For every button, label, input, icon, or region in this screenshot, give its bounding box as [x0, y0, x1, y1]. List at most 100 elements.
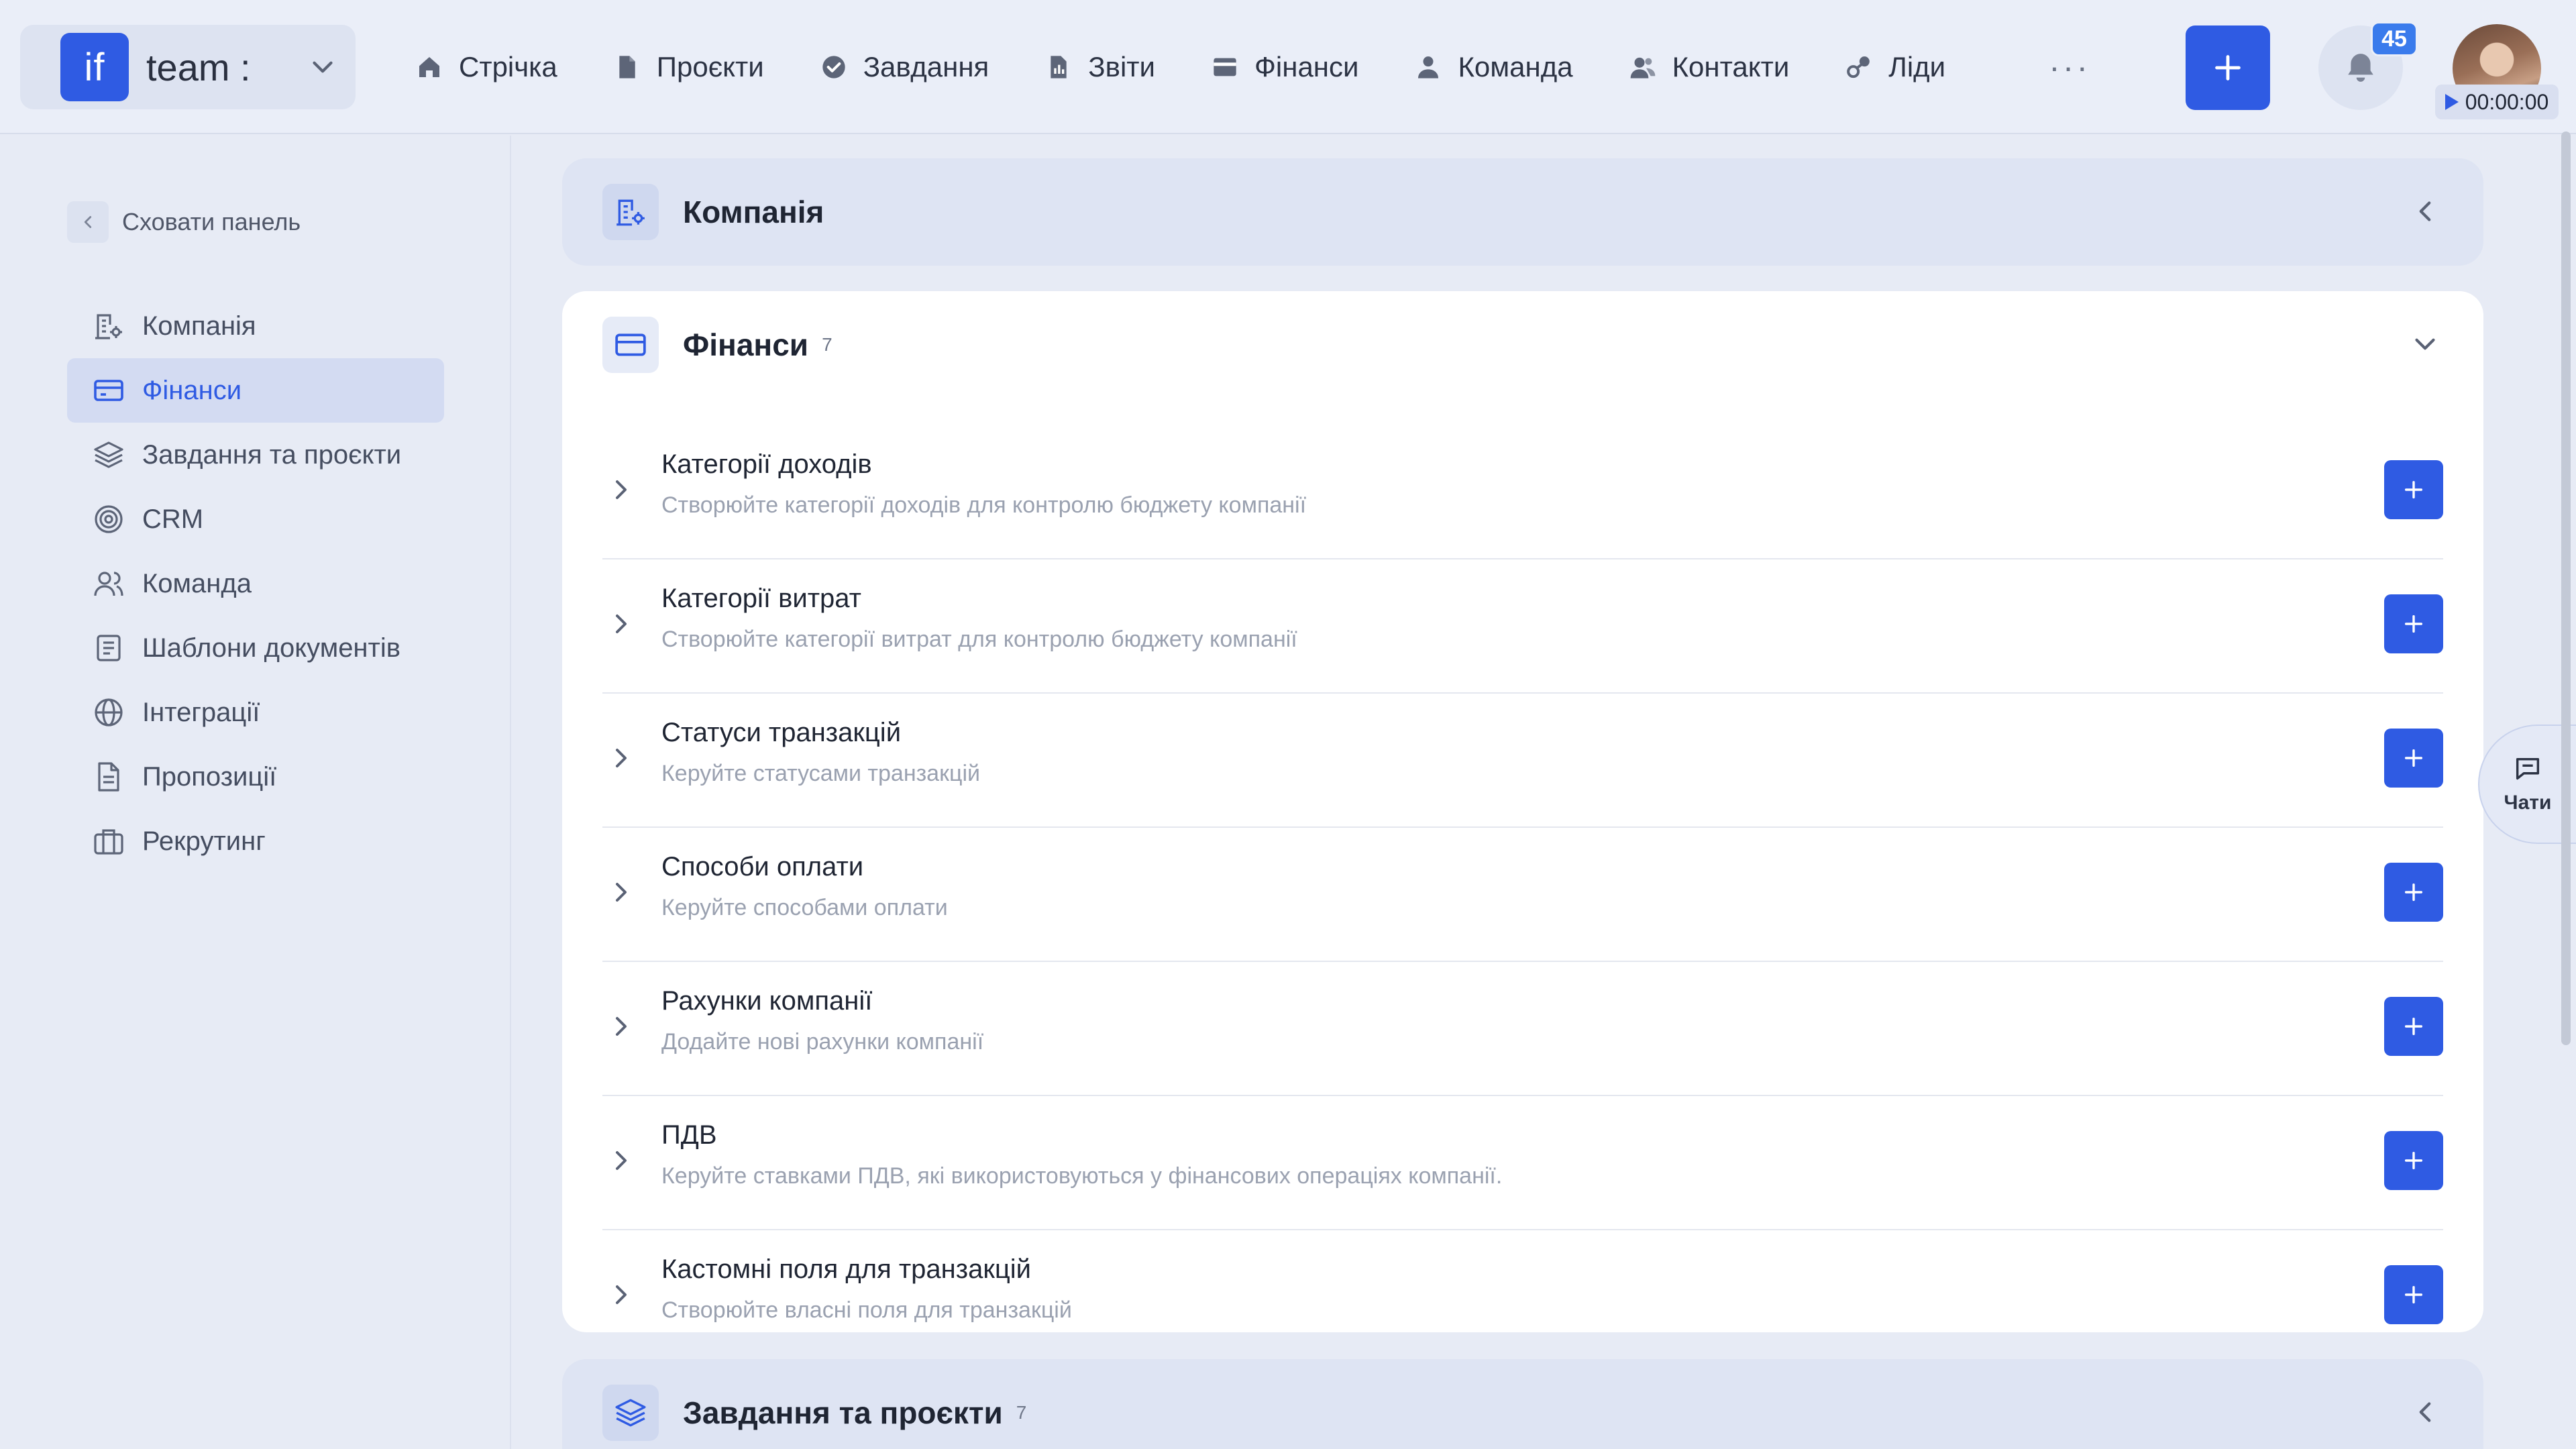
chevron-right-icon[interactable] [605, 608, 637, 640]
card-icon [94, 380, 123, 401]
section-icon-box [602, 317, 659, 373]
nav-label: Завдання [863, 51, 989, 83]
list-item-title: Статуси транзакцій [661, 718, 902, 747]
nav-label: Звіти [1088, 51, 1155, 83]
sidebar-item-label: Інтеграції [142, 697, 260, 727]
plus-icon [2404, 1017, 2423, 1036]
add-item-button[interactable] [2384, 863, 2443, 922]
list-item-title: Категорії витрат [661, 584, 861, 613]
layers-icon [615, 1399, 646, 1427]
sidebar-item-label: Фінанси [142, 375, 242, 405]
add-item-button[interactable] [2384, 729, 2443, 788]
plus-icon [2404, 1151, 2423, 1170]
card-icon [615, 333, 646, 356]
sidebar-item-proposals[interactable]: Пропозиції [67, 745, 444, 809]
nav-label: Проєкти [656, 51, 764, 83]
list-item[interactable]: ПДВ Керуйте ставками ПДВ, які використов… [602, 1096, 2443, 1230]
list-item[interactable]: Рахунки компанії Додайте нові рахунки ко… [602, 962, 2443, 1096]
globe-icon [95, 698, 123, 727]
briefcase-icon [94, 829, 123, 855]
add-item-button[interactable] [2384, 1265, 2443, 1324]
list-item[interactable]: Категорії доходів Створюйте категорії до… [602, 425, 2443, 559]
add-item-button[interactable] [2384, 1131, 2443, 1190]
page-scrollbar[interactable] [2561, 131, 2571, 1045]
play-icon [2445, 94, 2459, 110]
list-item[interactable]: Кастомні поля для транзакцій Створюйте в… [602, 1230, 2443, 1364]
company-icon [616, 199, 645, 226]
nav-label: Ліди [1888, 51, 1946, 83]
company-icon [95, 314, 122, 339]
global-add-button[interactable] [2186, 25, 2270, 110]
template-icon [97, 635, 121, 661]
sidebar-item-recruiting[interactable]: Рекрутинг [67, 809, 444, 873]
add-item-button[interactable] [2384, 997, 2443, 1056]
list-item-description: Створюйте власні поля для транзакцій [661, 1297, 1072, 1323]
sidebar-item-label: Шаблони документів [142, 633, 400, 663]
hide-panel-button[interactable]: Сховати панель [67, 201, 301, 243]
nav-item-feed[interactable]: Стрічка [416, 51, 557, 83]
layers-icon [94, 441, 123, 468]
add-item-button[interactable] [2384, 460, 2443, 519]
workspace-name: team : [146, 46, 251, 89]
workspace-switcher[interactable]: if team : [20, 25, 356, 109]
plus-icon [2404, 749, 2423, 767]
nav-item-finance[interactable]: Фінанси [1212, 51, 1358, 83]
nav-item-team[interactable]: Команда [1415, 51, 1573, 83]
hide-panel-label: Сховати панель [122, 208, 301, 235]
chats-label: Чати [2504, 792, 2552, 814]
sidebar-item-document-templates[interactable]: Шаблони документів [67, 616, 444, 680]
nav-item-projects[interactable]: Проєкти [614, 51, 764, 83]
plus-icon [2404, 614, 2423, 633]
workspace-logo: if [60, 33, 129, 101]
chevron-right-icon[interactable] [605, 876, 637, 908]
chevron-left-icon[interactable] [2408, 1395, 2442, 1429]
plus-icon [2404, 1285, 2423, 1304]
document-icon [619, 56, 635, 78]
nav-item-leads[interactable]: Ліди [1845, 51, 1945, 83]
user-icon [1418, 56, 1439, 78]
sidebar-item-crm[interactable]: CRM [67, 487, 444, 551]
section-tasks-projects[interactable]: Завдання та проєкти 7 [562, 1359, 2483, 1449]
chevron-right-icon[interactable] [605, 1144, 637, 1177]
nav-item-contacts[interactable]: Контакти [1629, 51, 1790, 83]
home-icon [419, 57, 439, 77]
report-icon [1051, 56, 1067, 78]
chevron-right-icon[interactable] [605, 1279, 637, 1311]
chevron-down-icon[interactable] [2408, 327, 2442, 361]
list-item[interactable]: Статуси транзакцій Керуйте статусами тра… [602, 694, 2443, 828]
nav-item-reports[interactable]: Звіти [1045, 51, 1155, 83]
sidebar-item-label: Команда [142, 568, 252, 598]
contacts-icon [1630, 57, 1655, 78]
section-header[interactable]: Фінанси 7 [602, 317, 833, 373]
chevron-right-icon[interactable] [605, 474, 637, 506]
chevron-right-icon[interactable] [605, 1010, 637, 1042]
section-title: Завдання та проєкти [683, 1395, 1003, 1430]
list-item[interactable]: Категорії витрат Створюйте категорії вит… [602, 559, 2443, 694]
section-company[interactable]: Компанія [562, 158, 2483, 266]
sidebar-item-integrations[interactable]: Інтеграції [67, 680, 444, 745]
sidebar-item-company[interactable]: Компанія [67, 294, 444, 358]
section-count: 7 [1016, 1402, 1027, 1423]
wallet-icon [1214, 58, 1236, 76]
nav-label: Команда [1458, 51, 1573, 83]
sidebar-item-label: Пропозиції [142, 761, 277, 792]
chevron-left-icon[interactable] [2408, 195, 2442, 228]
section-count: 7 [822, 334, 833, 355]
list-item-description: Керуйте статусами транзакцій [661, 761, 980, 786]
nav-more-button[interactable]: ··· [2049, 48, 2090, 87]
list-item[interactable]: Способи оплати Керуйте способами оплати [602, 828, 2443, 962]
sidebar-item-tasks-projects[interactable]: Завдання та проєкти [67, 423, 444, 487]
list-item-title: Кастомні поля для транзакцій [661, 1254, 1031, 1284]
chevron-right-icon[interactable] [605, 742, 637, 774]
sidebar-item-team[interactable]: Команда [67, 551, 444, 616]
add-item-button[interactable] [2384, 594, 2443, 653]
nav-item-tasks[interactable]: Завдання [820, 51, 989, 83]
list-item-title: ПДВ [661, 1120, 717, 1150]
nav-label: Контакти [1672, 51, 1790, 83]
sidebar-item-finance[interactable]: Фінанси [67, 358, 444, 423]
time-tracker[interactable]: 00:00:00 [2435, 85, 2559, 119]
section-icon-box [602, 1385, 659, 1441]
check-circle-icon [822, 56, 845, 78]
section-header: Компанія [602, 184, 824, 240]
timer-value: 00:00:00 [2465, 89, 2549, 114]
